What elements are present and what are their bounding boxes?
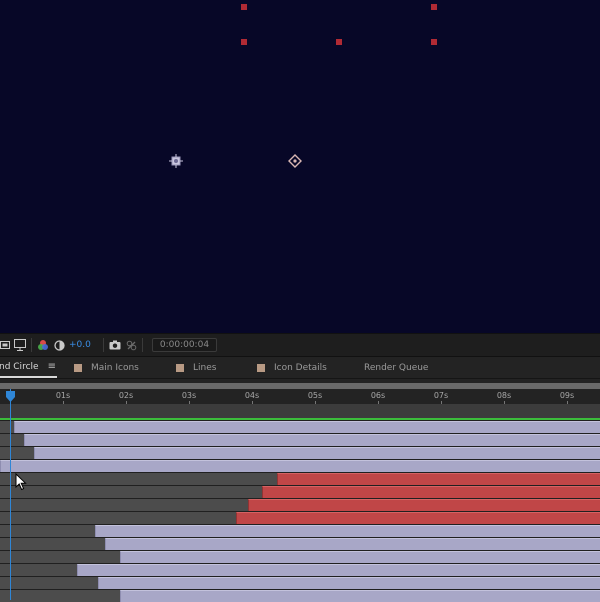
tab-label: Lines — [193, 362, 217, 373]
ruler-label: 09s — [559, 391, 575, 400]
layer-duration-bar[interactable] — [14, 421, 600, 433]
layer-track-row[interactable] — [0, 485, 600, 498]
layer-track-row[interactable] — [0, 524, 600, 537]
tab-label: Icon Details — [274, 362, 327, 373]
bounding-box-handle[interactable] — [431, 39, 437, 45]
layer-track-row[interactable] — [0, 446, 600, 459]
tab-main-icons[interactable]: Main Icons — [74, 357, 139, 378]
playhead-icon[interactable] — [5, 391, 16, 403]
ruler-label: 01s — [55, 391, 71, 400]
tab-label: Main Icons — [91, 362, 139, 373]
ruler-label: 04s — [244, 391, 260, 400]
tab-composition[interactable]: nd Circle ≡ — [0, 357, 57, 378]
layer-track-row[interactable] — [0, 511, 600, 524]
bounding-box-handle[interactable] — [431, 4, 437, 10]
layer-duration-bar[interactable] — [0, 460, 600, 472]
ruler-label: 06s — [370, 391, 386, 400]
label-color-swatch — [176, 363, 184, 372]
composition-viewer[interactable] — [0, 0, 600, 333]
target-diamond-icon[interactable] — [288, 154, 302, 168]
layer-duration-bar[interactable] — [24, 434, 600, 446]
ruler-label: 07s — [433, 391, 449, 400]
layer-track-row[interactable] — [0, 576, 600, 589]
layer-track-row[interactable] — [0, 550, 600, 563]
layer-duration-bar[interactable] — [262, 486, 600, 498]
layer-duration-bar[interactable] — [248, 499, 600, 511]
label-color-swatch — [257, 363, 265, 372]
layer-track-row[interactable] — [0, 420, 600, 433]
show-snapshot-icon[interactable] — [126, 337, 137, 353]
tab-icon-details[interactable]: Icon Details — [257, 357, 327, 378]
channels-icon[interactable] — [37, 337, 49, 353]
current-time-indicator[interactable] — [10, 389, 11, 600]
snapshot-icon[interactable] — [109, 337, 121, 353]
anchor-point-icon[interactable] — [169, 154, 183, 168]
ruler-label: 03s — [181, 391, 197, 400]
ruler-label: 08s — [496, 391, 512, 400]
layer-track-row[interactable] — [0, 459, 600, 472]
reset-exposure-icon[interactable] — [54, 337, 65, 353]
layer-duration-bar[interactable] — [105, 538, 600, 550]
layer-duration-bar[interactable] — [236, 512, 600, 524]
toolbar-divider — [31, 338, 32, 352]
ruler-label: 02s — [118, 391, 134, 400]
layer-track-row[interactable] — [0, 433, 600, 446]
ruler-label: 05s — [307, 391, 323, 400]
layer-duration-bar[interactable] — [34, 447, 600, 459]
viewer-toolbar: +0.0 0:00:00:04 — [0, 333, 600, 357]
layer-track-row[interactable] — [0, 472, 600, 485]
label-color-swatch — [74, 363, 82, 372]
toolbar-divider — [141, 338, 143, 352]
layer-duration-bar[interactable] — [277, 473, 600, 485]
mouse-cursor-icon — [15, 473, 27, 491]
region-of-interest-icon[interactable] — [0, 337, 10, 353]
tab-label: nd Circle — [0, 361, 39, 372]
tab-lines[interactable]: Lines — [176, 357, 216, 378]
layer-duration-bar[interactable] — [77, 564, 600, 576]
time-ruler[interactable]: 01s 02s 03s 04s 05s 06s 07s 08s 09s — [0, 389, 600, 404]
tab-render-queue[interactable]: Render Queue — [364, 357, 428, 378]
layer-duration-bar[interactable] — [120, 551, 600, 563]
current-time-field[interactable]: 0:00:00:04 — [151, 338, 218, 352]
bounding-box-handle[interactable] — [241, 39, 247, 45]
bounding-box-handle[interactable] — [336, 39, 342, 45]
layer-tracks[interactable] — [0, 420, 600, 602]
layer-duration-bar[interactable] — [120, 590, 600, 602]
timeline-tab-bar: nd Circle ≡ Main Icons Lines Icon Detail… — [0, 357, 600, 379]
layer-track-row[interactable] — [0, 498, 600, 511]
toggle-transparency-grid-icon[interactable] — [14, 337, 26, 353]
bounding-box-handle[interactable] — [241, 4, 247, 10]
panel-menu-icon[interactable]: ≡ — [48, 361, 56, 372]
layer-track-row[interactable] — [0, 537, 600, 550]
layer-duration-bar[interactable] — [98, 577, 600, 589]
tab-label: Render Queue — [364, 362, 429, 373]
layer-duration-bar[interactable] — [95, 525, 600, 537]
layer-track-row[interactable] — [0, 563, 600, 576]
toolbar-divider — [102, 338, 104, 352]
layer-track-row[interactable] — [0, 589, 600, 602]
ruler-strip — [0, 404, 600, 418]
exposure-value[interactable]: +0.0 — [69, 340, 91, 350]
